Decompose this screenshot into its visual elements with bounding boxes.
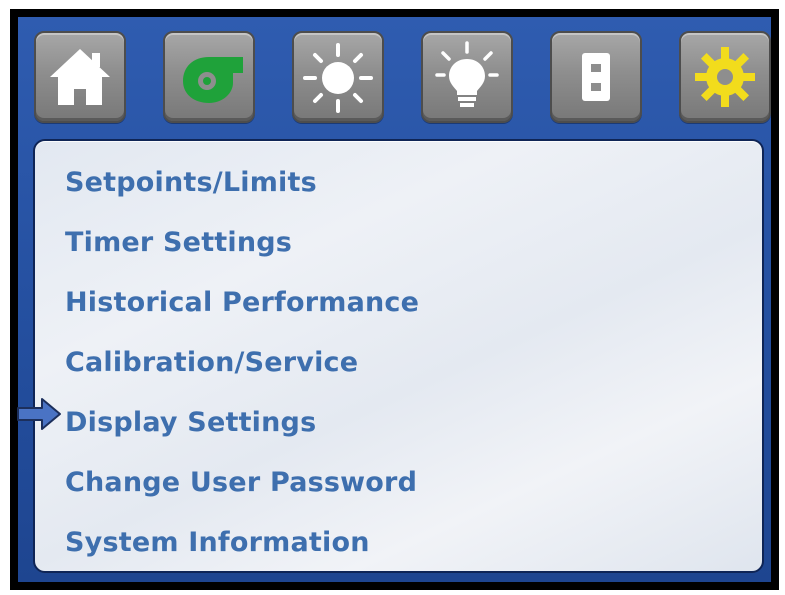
menu-item-system-information[interactable]: System Information — [65, 521, 370, 565]
menu-item-change-user-password[interactable]: Change User Password — [65, 461, 417, 505]
screen: Setpoints/Limits Timer Settings Historic… — [18, 17, 771, 582]
light-button[interactable] — [421, 31, 513, 123]
menu-item-display-settings[interactable]: Display Settings — [65, 401, 316, 445]
outlet-button[interactable] — [550, 31, 642, 123]
menu-item-timer-settings[interactable]: Timer Settings — [65, 221, 292, 265]
sun-icon — [303, 43, 373, 113]
home-icon — [50, 49, 110, 105]
outlet-icon — [582, 53, 610, 101]
settings-button[interactable] — [679, 31, 771, 123]
selection-arrow-icon — [17, 398, 61, 430]
settings-menu-panel: Setpoints/Limits Timer Settings Historic… — [33, 139, 764, 573]
light-bulb-icon — [435, 41, 499, 107]
menu-item-historical-performance[interactable]: Historical Performance — [65, 281, 419, 325]
settings-menu: Setpoints/Limits Timer Settings Historic… — [35, 141, 762, 571]
top-toolbar — [18, 17, 771, 132]
home-button[interactable] — [34, 31, 126, 123]
fan-button[interactable] — [163, 31, 255, 123]
blower-fan-icon — [183, 57, 243, 103]
gear-icon — [695, 47, 755, 107]
menu-item-setpoints-limits[interactable]: Setpoints/Limits — [65, 161, 317, 205]
sun-button[interactable] — [292, 31, 384, 123]
menu-item-calibration-service[interactable]: Calibration/Service — [65, 341, 358, 385]
device-bezel: Setpoints/Limits Timer Settings Historic… — [10, 9, 779, 590]
